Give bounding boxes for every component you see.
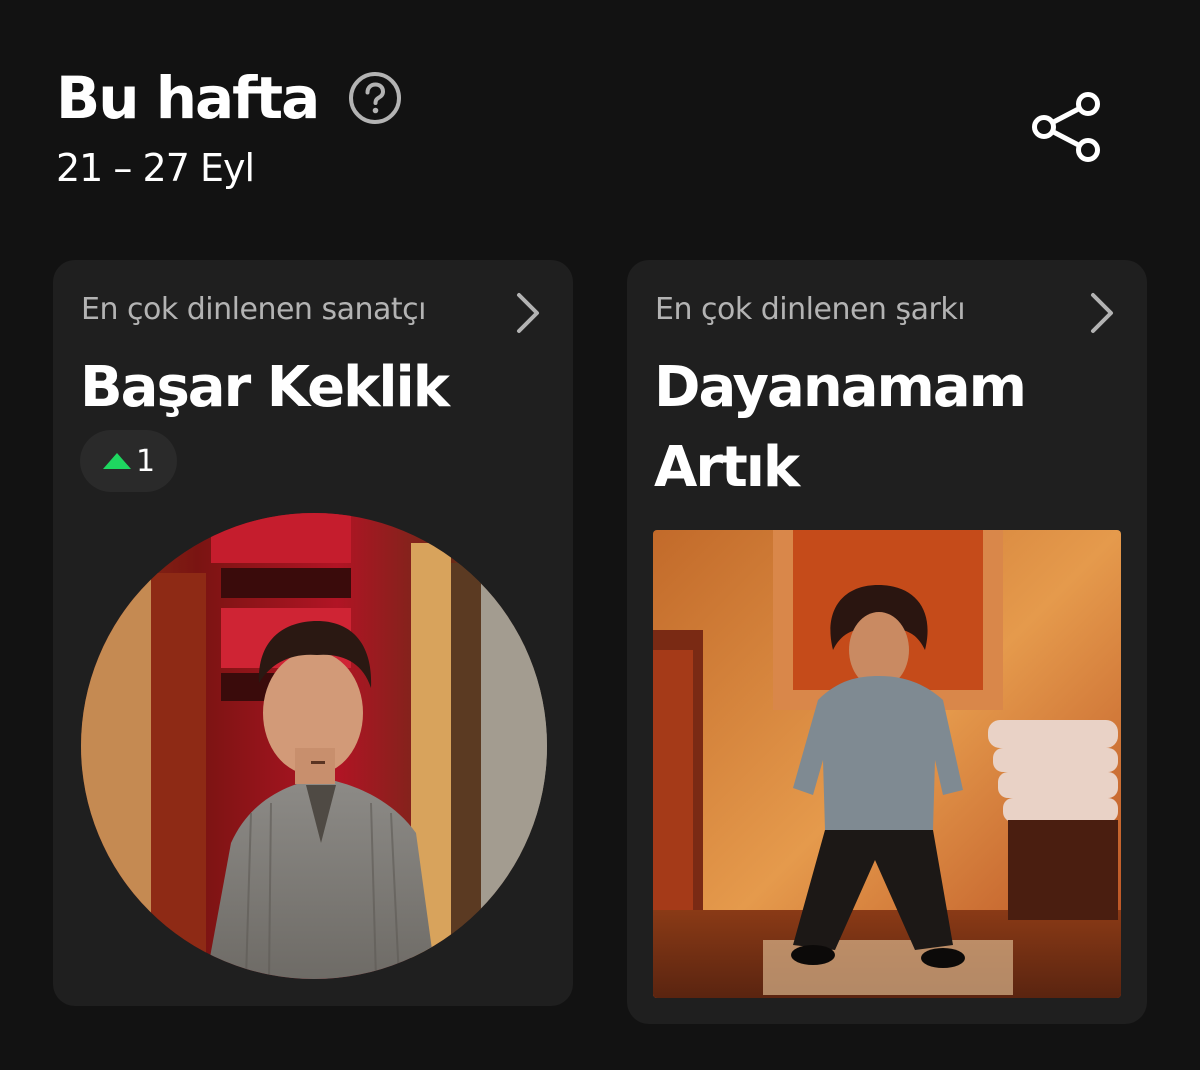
rank-change-value: 1 [136,443,156,479]
arrow-up-icon [102,451,132,471]
share-icon[interactable] [1030,92,1104,162]
artist-image [81,513,547,979]
card-label: En çok dinlenen sanatçı [81,292,426,327]
rank-change-badge: 1 [80,430,178,492]
header: Bu hafta 21 – 27 Eyl [56,60,402,192]
card-label: En çok dinlenen şarkı [655,292,966,327]
artist-name: Başar Keklik [80,355,450,420]
chevron-right-icon[interactable] [513,292,543,334]
album-cover-image [653,530,1121,998]
help-circle-icon[interactable] [348,71,402,125]
top-artist-card[interactable]: En çok dinlenen sanatçı Başar Keklik 1 [53,260,573,1006]
chevron-right-icon[interactable] [1087,292,1117,334]
page-title: Bu hafta [56,64,320,132]
song-title: Dayanamam Artık [654,355,1027,500]
date-range: 21 – 27 Eyl [56,146,255,190]
title-row: Bu hafta [56,60,402,136]
top-song-card[interactable]: En çok dinlenen şarkı Dayanamam Artık [627,260,1147,1024]
